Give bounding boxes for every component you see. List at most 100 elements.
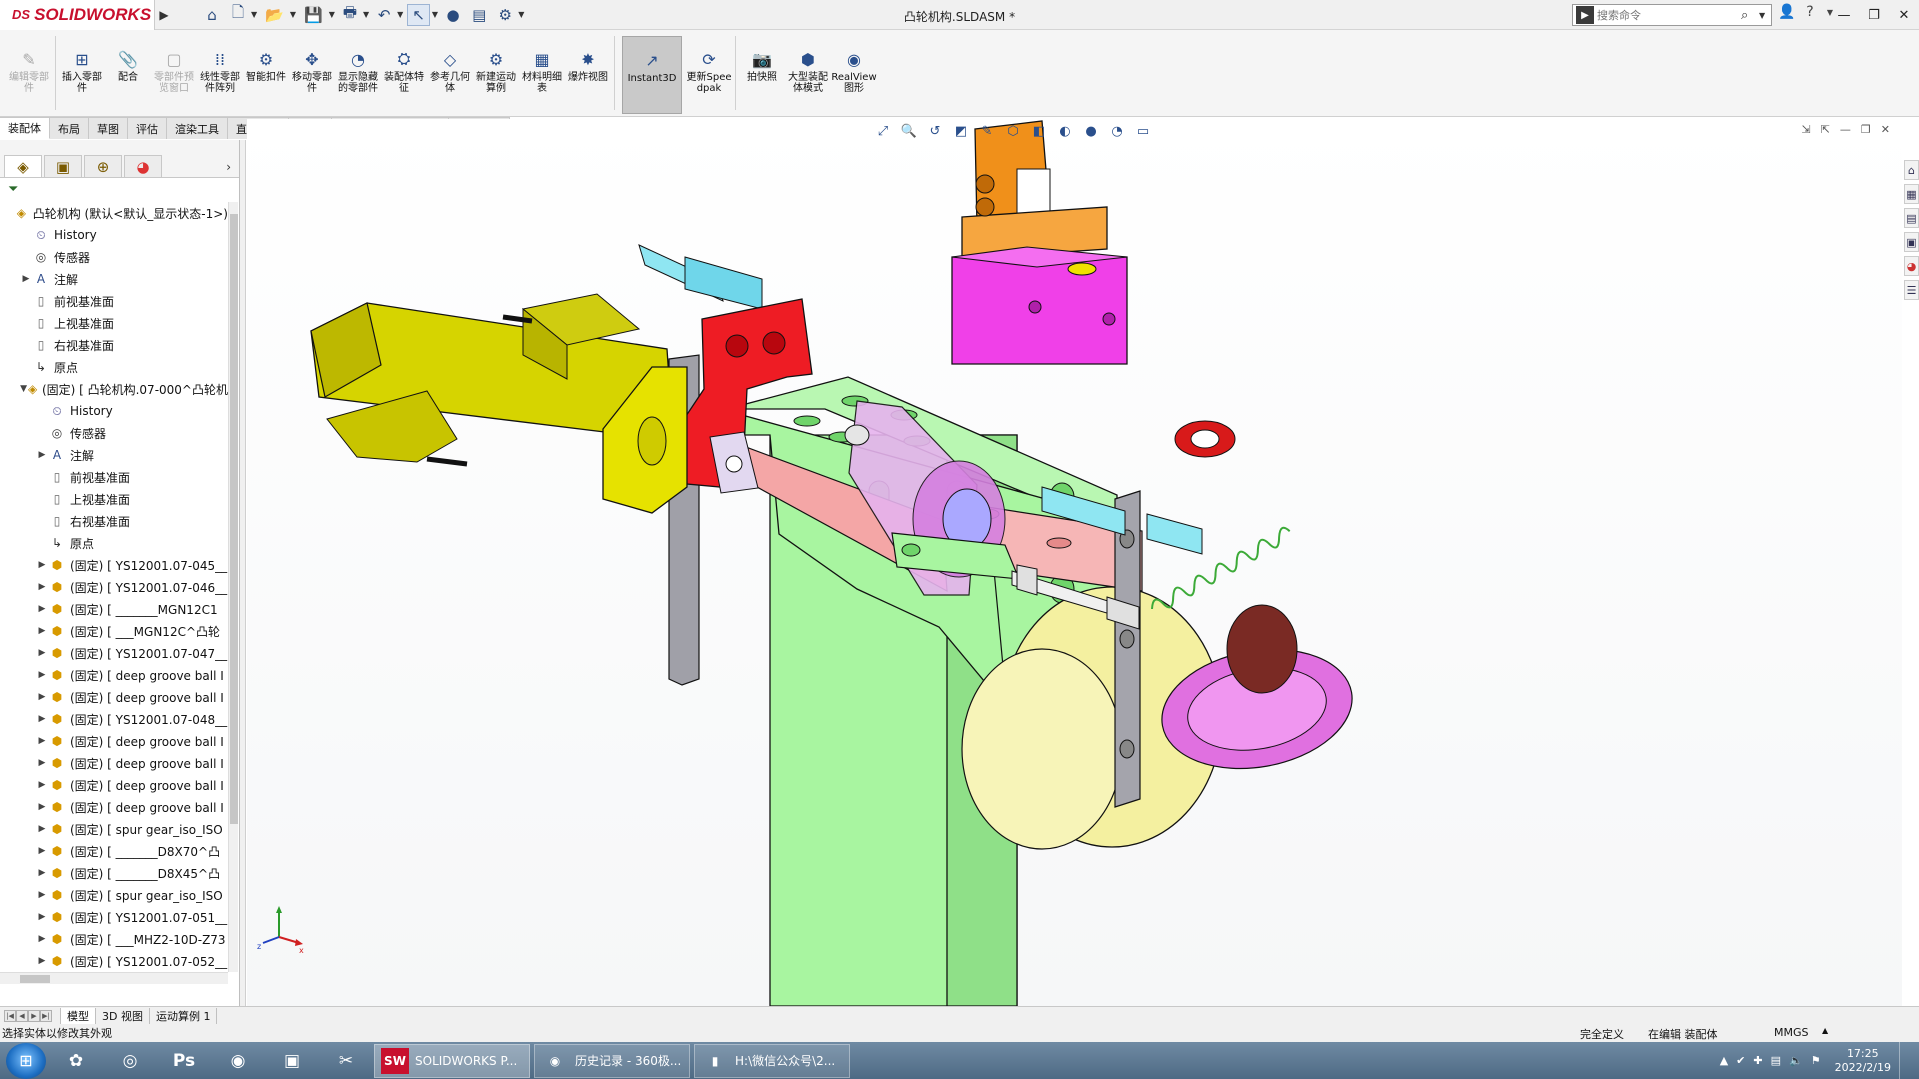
- ribbon-button-ref-geom[interactable]: ◇ 参考几何体: [427, 30, 473, 117]
- expand-arrow-icon[interactable]: ▶: [36, 824, 48, 834]
- expand-arrow-icon[interactable]: ▶: [36, 758, 48, 768]
- file-explorer-icon[interactable]: ▤: [1904, 208, 1919, 228]
- start-button-icon[interactable]: ⊞: [6, 1042, 46, 1079]
- apply-scene-icon[interactable]: ◔: [1107, 121, 1127, 141]
- ribbon-button-motion[interactable]: ⚙ 新建运动算例: [473, 30, 519, 117]
- units-dropdown-icon[interactable]: ▲: [1822, 1026, 1828, 1035]
- view-settings-icon[interactable]: ▭: [1133, 121, 1153, 141]
- edit-appearance-icon[interactable]: ●: [1081, 121, 1101, 141]
- bottom-tab-0[interactable]: 模型: [60, 1007, 96, 1024]
- expand-arrow-icon[interactable]: ▶: [36, 868, 48, 878]
- expand-arrow-icon[interactable]: ▶: [36, 582, 48, 592]
- select-dropdown-icon[interactable]: ▼: [432, 10, 438, 19]
- minimize-icon[interactable]: —: [1829, 0, 1859, 30]
- ribbon-button-show-hidden[interactable]: ◔ 显示隐藏的零部件: [335, 30, 381, 117]
- tree-item[interactable]: ▼ ◈ (固定) [ 凸轮机构.07-000^凸轮机: [0, 378, 228, 400]
- expand-arrow-icon[interactable]: ▶: [36, 780, 48, 790]
- home-icon[interactable]: ⌂: [201, 4, 223, 26]
- help-icon[interactable]: ?: [1802, 4, 1818, 20]
- viewport-minimize-icon[interactable]: —: [1840, 123, 1851, 136]
- ribbon-button-mate[interactable]: 📎 配合: [105, 30, 151, 117]
- open-dropdown-icon[interactable]: ▼: [290, 10, 296, 19]
- ribbon-button-bom[interactable]: ▦ 材料明细表: [519, 30, 565, 117]
- taskbar-task[interactable]: ◉ 历史记录 - 360极...: [534, 1043, 690, 1078]
- expand-arrow-icon[interactable]: ▶: [36, 736, 48, 746]
- tree-item[interactable]: ▶ A 注解: [0, 444, 228, 466]
- tree-item[interactable]: ▶ ⬢ (固定) [ _______D8X70^凸: [0, 840, 228, 862]
- ribbon-button-explode[interactable]: ✸ 爆炸视图: [565, 30, 611, 117]
- pinned-media-icon[interactable]: ▣: [268, 1044, 316, 1078]
- pinned-tool-icon[interactable]: ✂: [322, 1044, 370, 1078]
- expand-arrow-icon[interactable]: ▶: [36, 890, 48, 900]
- expand-arrow-icon[interactable]: ▶: [20, 274, 32, 284]
- tree-item[interactable]: ▶ ⬢ (固定) [ YS12001.07-051__: [0, 906, 228, 928]
- ribbon-button-asm-feature[interactable]: ⛭ 装配体特征: [381, 30, 427, 117]
- view-orientation-icon[interactable]: ⬡: [1003, 121, 1023, 141]
- viewport-collapse-icon[interactable]: ⇱: [1821, 123, 1830, 136]
- expand-arrow-icon[interactable]: ▶: [36, 692, 48, 702]
- tree-item[interactable]: ▶ ⬢ (固定) [ ___MHZ2-10D-Z73: [0, 928, 228, 950]
- save-dropdown-icon[interactable]: ▼: [329, 10, 335, 19]
- tree-item[interactable]: ▶ ⬢ (固定) [ deep groove ball I: [0, 796, 228, 818]
- print-dropdown-icon[interactable]: ▼: [363, 10, 369, 19]
- next-tab-icon[interactable]: ▶: [28, 1009, 40, 1022]
- user-icon[interactable]: 👤: [1778, 4, 1795, 20]
- graphics-area[interactable]: ⤢ 🔍 ↺ ◩ ✎ ⬡ ◧ ◐ ● ◔ ▭ ⇲ ⇱ — ❐ ✕ z x: [247, 119, 1902, 1006]
- menu-expand-icon[interactable]: ▶: [155, 0, 173, 30]
- undo-dropdown-icon[interactable]: ▼: [397, 10, 403, 19]
- search-dropdown-icon[interactable]: ▼: [1759, 11, 1771, 20]
- tree-item[interactable]: ▯ 右视基准面: [0, 510, 228, 532]
- new-dropdown-icon[interactable]: ▼: [251, 10, 257, 19]
- tree-item[interactable]: ▯ 前视基准面: [0, 290, 228, 312]
- restore-icon[interactable]: ❐: [1859, 0, 1889, 30]
- viewport-restore-icon[interactable]: ❐: [1861, 123, 1871, 136]
- expand-arrow-icon[interactable]: ▶: [36, 450, 48, 460]
- tree-item[interactable]: ▯ 前视基准面: [0, 466, 228, 488]
- expand-arrow-icon[interactable]: ▶: [36, 802, 48, 812]
- bottom-tab-2[interactable]: 运动算例 1: [150, 1007, 218, 1024]
- open-folder-icon[interactable]: 📂: [261, 4, 288, 26]
- feature-manager-tab-icon[interactable]: ◈: [4, 155, 42, 177]
- tray-security-icon[interactable]: ✚: [1753, 1054, 1762, 1067]
- tree-item[interactable]: ▶ ⬢ (固定) [ _______D8X45^凸: [0, 862, 228, 884]
- solidworks-resources-icon[interactable]: ⌂: [1904, 160, 1919, 180]
- expand-arrow-icon[interactable]: ▶: [36, 560, 48, 570]
- tree-horizontal-scrollbar[interactable]: [0, 972, 228, 984]
- options-dropdown-icon[interactable]: ▼: [518, 10, 524, 19]
- expand-arrow-icon[interactable]: ▶: [36, 934, 48, 944]
- custom-properties-icon[interactable]: ☰: [1904, 280, 1919, 300]
- collapse-arrow-icon[interactable]: ▼: [20, 384, 27, 394]
- property-manager-tab-icon[interactable]: ▣: [44, 155, 82, 177]
- cm-tab-4[interactable]: 渲染工具: [167, 117, 228, 139]
- ribbon-button-instant3d[interactable]: ↗ Instant3D: [622, 36, 682, 114]
- photoshop-icon[interactable]: Ps: [160, 1044, 208, 1078]
- view-palette-icon[interactable]: ▣: [1904, 232, 1919, 252]
- cm-tab-3[interactable]: 评估: [128, 117, 167, 139]
- ribbon-button-speedpak[interactable]: ⟳ 更新Speedpak: [686, 30, 732, 117]
- tree-item[interactable]: ◈ 凸轮机构 (默认<默认_显示状态-1>): [0, 202, 228, 224]
- tree-vertical-scrollbar[interactable]: [228, 202, 238, 972]
- solidworks-logo[interactable]: DS SOLIDWORKS: [0, 0, 155, 30]
- tree-item[interactable]: ⏲ History: [0, 400, 228, 422]
- section-view-icon[interactable]: ◩: [951, 121, 971, 141]
- tree-item[interactable]: ▶ ⬢ (固定) [ YS12001.07-052__: [0, 950, 228, 972]
- tree-item[interactable]: ▶ ⬢ (固定) [ spur gear_iso_ISO: [0, 884, 228, 906]
- tray-expand-icon[interactable]: ▲: [1720, 1054, 1728, 1067]
- zoom-to-fit-icon[interactable]: ⤢: [873, 121, 893, 141]
- design-library-icon[interactable]: ▦: [1904, 184, 1919, 204]
- ribbon-button-move[interactable]: ✥ 移动零部件: [289, 30, 335, 117]
- command-search[interactable]: ▶ ⌕ ▼: [1572, 4, 1772, 26]
- expand-arrow-icon[interactable]: ▶: [36, 626, 48, 636]
- pinned-browser-icon[interactable]: ◎: [106, 1044, 154, 1078]
- new-document-icon[interactable]: 🗋: [227, 3, 249, 26]
- viewport-expand-icon[interactable]: ⇲: [1801, 123, 1810, 136]
- tree-item[interactable]: ▶ ⬢ (固定) [ _______MGN12C1: [0, 598, 228, 620]
- tree-item[interactable]: ▶ ⬢ (固定) [ ___MGN12C^凸轮: [0, 620, 228, 642]
- bottom-tab-1[interactable]: 3D 视图: [96, 1007, 150, 1024]
- cam-mechanism-model[interactable]: [247, 119, 1902, 1006]
- flag-icon[interactable]: ⚑: [1811, 1054, 1821, 1067]
- close-icon[interactable]: ✕: [1889, 0, 1919, 30]
- traffic-light-icon[interactable]: ●: [442, 4, 464, 26]
- tree-item[interactable]: ▶ ⬢ (固定) [ deep groove ball I: [0, 752, 228, 774]
- scroll-thumb[interactable]: [20, 975, 50, 983]
